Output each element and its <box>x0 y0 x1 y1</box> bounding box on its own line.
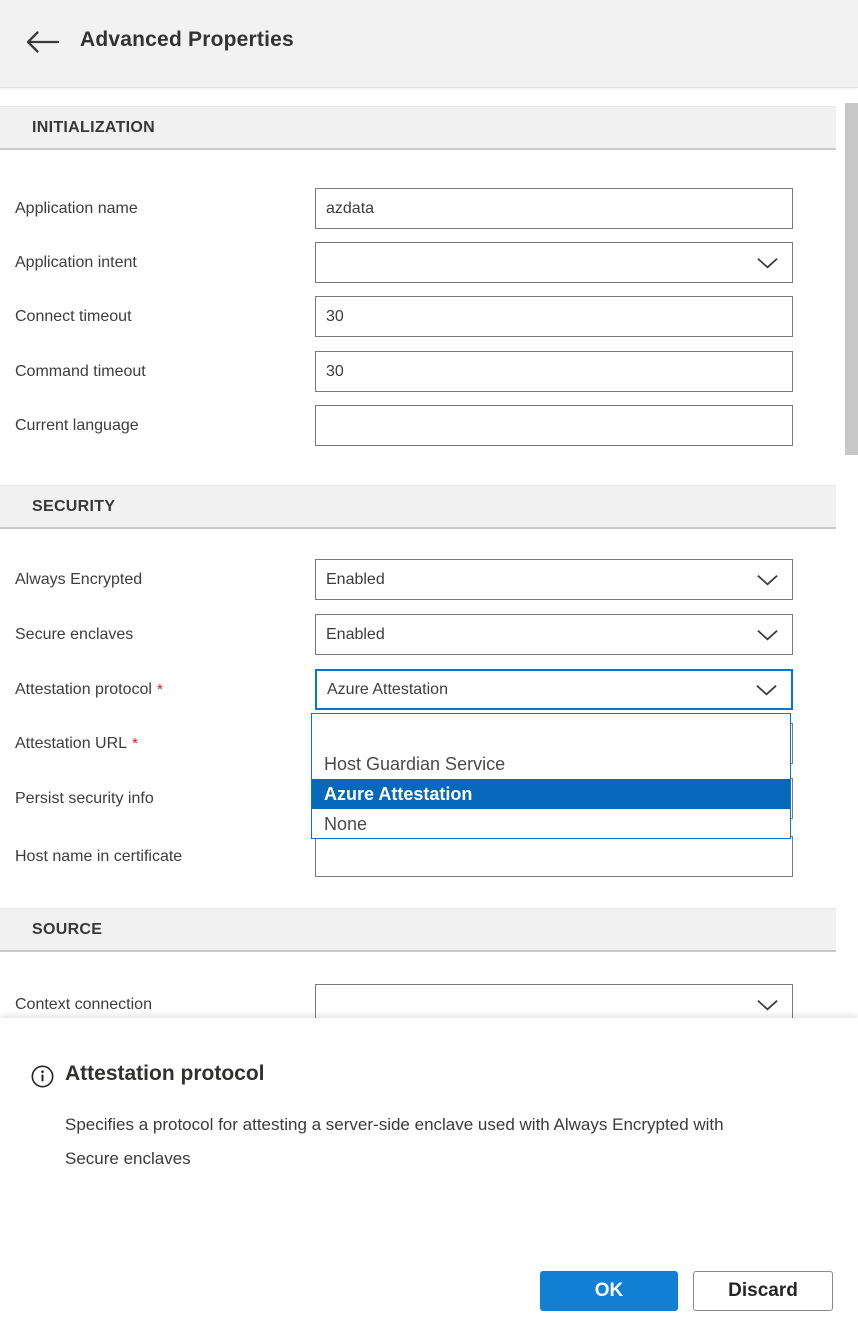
discard-button[interactable]: Discard <box>693 1271 833 1311</box>
required-asterisk: * <box>132 735 138 752</box>
page-title: Advanced Properties <box>80 28 294 52</box>
field-label: Attestation protocol* <box>15 669 163 710</box>
help-description: Specifies a protocol for attesting a ser… <box>65 1108 780 1176</box>
context-connection-select[interactable] <box>315 984 793 1018</box>
dropdown-option-host-guardian-service[interactable]: Host Guardian Service <box>312 749 790 779</box>
field-label: Host name in certificate <box>15 836 182 877</box>
field-label: Command timeout <box>15 351 146 392</box>
back-arrow-icon[interactable] <box>24 29 60 55</box>
help-panel: Attestation protocol Specifies a protoco… <box>0 1018 858 1338</box>
attestation-protocol-select[interactable]: Azure Attestation <box>315 669 793 710</box>
section-title: SECURITY <box>32 498 115 516</box>
section-header-source: SOURCE <box>0 908 836 952</box>
chevron-down-icon <box>756 256 779 269</box>
section-header-initialization: INITIALIZATION <box>0 106 836 150</box>
application-name-input[interactable] <box>315 188 793 229</box>
help-title: Attestation protocol <box>65 1062 265 1086</box>
field-row-attestation-protocol: Attestation protocol* Azure Attestation <box>0 669 836 710</box>
dropdown-option-azure-attestation[interactable]: Azure Attestation <box>312 779 790 809</box>
dropdown-option-empty[interactable] <box>312 717 790 749</box>
always-encrypted-select[interactable]: Enabled <box>315 559 793 600</box>
field-label: Persist security info <box>15 778 154 819</box>
section-header-security: SECURITY <box>0 485 836 529</box>
field-row-current-language: Current language <box>0 405 836 446</box>
field-label: Application intent <box>15 242 137 283</box>
command-timeout-input[interactable] <box>315 351 793 392</box>
host-name-certificate-input[interactable] <box>315 836 793 877</box>
field-label: Secure enclaves <box>15 614 133 655</box>
chevron-down-icon <box>756 628 779 641</box>
chevron-down-icon <box>756 998 779 1011</box>
field-label: Always Encrypted <box>15 559 142 600</box>
field-row-context-connection: Context connection <box>0 984 836 1018</box>
chevron-down-icon <box>755 683 778 696</box>
info-icon <box>31 1065 54 1088</box>
section-title: SOURCE <box>32 921 102 939</box>
field-label: Connect timeout <box>15 296 132 337</box>
field-row-secure-enclaves: Secure enclaves Enabled <box>0 614 836 655</box>
ok-button[interactable]: OK <box>540 1271 678 1311</box>
field-row-connect-timeout: Connect timeout <box>0 296 836 337</box>
current-language-input[interactable] <box>315 405 793 446</box>
application-intent-select[interactable] <box>315 242 793 283</box>
field-label: Application name <box>15 188 138 229</box>
field-row-application-intent: Application intent <box>0 242 836 283</box>
required-asterisk: * <box>157 681 163 698</box>
field-row-host-name-certificate: Host name in certificate <box>0 836 836 877</box>
secure-enclaves-select[interactable]: Enabled <box>315 614 793 655</box>
field-row-command-timeout: Command timeout <box>0 351 836 392</box>
section-title: INITIALIZATION <box>32 119 155 137</box>
field-label: Context connection <box>15 984 152 1018</box>
form-scroll-area: INITIALIZATION Application name Applicat… <box>0 88 858 1018</box>
field-row-application-name: Application name <box>0 188 836 229</box>
attestation-protocol-dropdown-list: Host Guardian Service Azure Attestation … <box>311 713 791 839</box>
advanced-properties-dialog: Advanced Properties INITIALIZATION Appli… <box>0 0 858 1338</box>
chevron-down-icon <box>756 573 779 586</box>
vertical-scrollbar-thumb[interactable] <box>845 103 858 455</box>
field-label: Current language <box>15 405 139 446</box>
dropdown-option-none[interactable]: None <box>312 809 790 839</box>
field-row-always-encrypted: Always Encrypted Enabled <box>0 559 836 600</box>
dialog-header: Advanced Properties <box>0 0 858 88</box>
connect-timeout-input[interactable] <box>315 296 793 337</box>
field-label: Attestation URL* <box>15 723 138 764</box>
